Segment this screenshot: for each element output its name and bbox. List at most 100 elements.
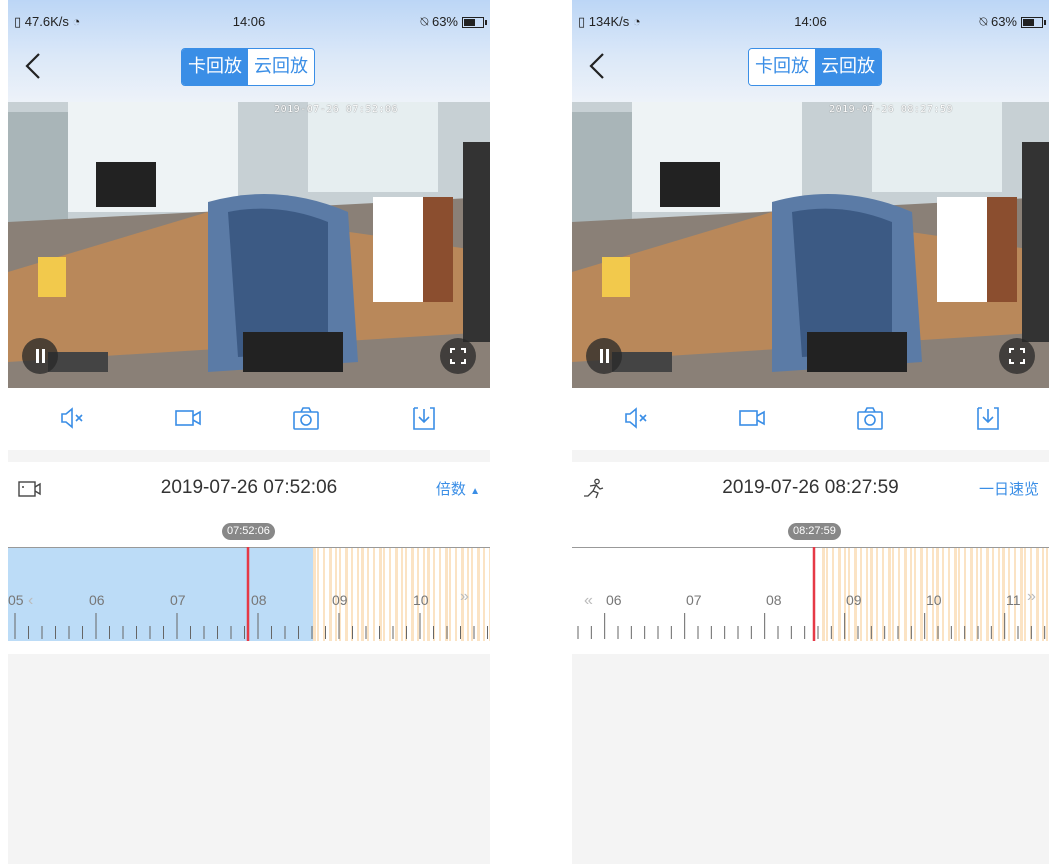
event-stripe xyxy=(383,547,385,641)
event-stripe xyxy=(914,547,916,641)
event-stripe xyxy=(323,547,325,641)
event-stripe xyxy=(970,547,973,641)
event-stripe xyxy=(483,547,485,641)
divider xyxy=(572,450,1049,462)
status-bar: ▯ 47.6K/s ◔ 14:06 ⍉ 63% xyxy=(8,12,490,32)
mute-icon[interactable] xyxy=(58,404,86,432)
event-stripe xyxy=(1036,547,1039,641)
battery-status: ⍉ 63% xyxy=(420,14,487,30)
hour-label: 09 xyxy=(332,592,348,608)
fullscreen-icon[interactable] xyxy=(999,338,1035,374)
event-stripe xyxy=(367,547,369,641)
event-stripe xyxy=(1046,547,1048,641)
hour-label: 10 xyxy=(926,592,942,608)
battery-icon xyxy=(462,17,487,29)
left-screen: ▯ 47.6K/s ◔ 14:06 ⍉ 63% 卡回放 云回放 2019-07-… xyxy=(8,0,490,864)
right-screen: ▯ 134K/s ◔ 14:06 ⍉ 63% 卡回放 云回放 2019-07-2… xyxy=(572,0,1049,864)
video-timestamp: 2019-07-26 08:27:59 xyxy=(829,104,953,115)
alarm-icon: ⍉ xyxy=(420,14,429,29)
event-stripe xyxy=(992,547,994,641)
tab-cloud-playback[interactable]: 云回放 xyxy=(248,49,314,85)
hour-label: 08 xyxy=(251,592,267,608)
hour-label: 07 xyxy=(686,592,702,608)
tab-card-playback[interactable]: 卡回放 xyxy=(749,49,815,85)
video-player[interactable]: 2019-07-26 08:27:59 xyxy=(572,102,1049,388)
timeline-svg[interactable]: 06 07 08 09 10 11 « » xyxy=(572,547,1049,641)
playback-tabs: 卡回放 云回放 xyxy=(748,48,882,86)
hour-label: 05 xyxy=(8,592,24,608)
alarm-icon: ⍉ xyxy=(979,14,988,29)
pause-icon[interactable] xyxy=(586,338,622,374)
mute-icon[interactable] xyxy=(622,404,650,432)
timeline[interactable]: 08:27:59 06 07 08 09 10 11 « » xyxy=(572,518,1049,654)
event-stripe xyxy=(986,547,989,641)
divider xyxy=(8,450,490,462)
back-icon[interactable] xyxy=(24,52,42,80)
record-icon[interactable] xyxy=(174,404,202,432)
event-stripe xyxy=(361,547,364,641)
event-stripe xyxy=(822,547,825,641)
event-stripe xyxy=(357,547,359,641)
tab-card-playback[interactable]: 卡回放 xyxy=(182,49,248,85)
video-timestamp: 2019-07-26 07:52:06 xyxy=(274,104,398,115)
playback-datetime[interactable]: 2019-07-26 07:52:06 xyxy=(8,477,490,499)
timeline[interactable]: 07:52:06 05 06 07 08 09 10 ‹ » xyxy=(8,518,490,654)
toolbar xyxy=(8,388,490,450)
battery-icon xyxy=(1021,17,1046,29)
speed-button[interactable]: 倍数 ▲ xyxy=(436,478,480,499)
event-stripe xyxy=(439,547,441,641)
recorded-segment xyxy=(8,547,313,641)
top-bar: ▯ 134K/s ◔ 14:06 ⍉ 63% 卡回放 云回放 xyxy=(572,0,1049,102)
info-bar: 2019-07-26 07:52:06 倍数 ▲ xyxy=(8,462,490,518)
download-icon[interactable] xyxy=(974,404,1002,432)
back-icon[interactable] xyxy=(588,52,606,80)
event-stripe xyxy=(389,547,391,641)
hour-label: 07 xyxy=(170,592,186,608)
download-icon[interactable] xyxy=(410,404,438,432)
event-stripe xyxy=(948,547,950,641)
day-overview-button[interactable]: 一日速览 xyxy=(979,478,1039,499)
event-stripe xyxy=(455,547,457,641)
cursor-time-label: 08:27:59 xyxy=(788,523,841,540)
timeline-track[interactable]: 06 07 08 09 10 11 « » xyxy=(572,547,1049,641)
video-player[interactable]: 2019-07-26 07:52:06 xyxy=(8,102,490,388)
top-bar: ▯ 47.6K/s ◔ 14:06 ⍉ 63% 卡回放 云回放 xyxy=(8,0,490,102)
event-stripe xyxy=(958,547,960,641)
event-stripe xyxy=(866,547,868,641)
hour-label: 08 xyxy=(766,592,782,608)
chevron-right-double-icon: » xyxy=(460,588,469,605)
timeline-svg[interactable]: 05 06 07 08 09 10 ‹ » xyxy=(8,547,490,641)
camera-icon[interactable] xyxy=(292,404,320,432)
timeline-track[interactable]: 05 06 07 08 09 10 ‹ » xyxy=(8,547,490,641)
info-bar: 2019-07-26 08:27:59 一日速览 xyxy=(572,462,1049,518)
event-stripe xyxy=(882,547,884,641)
clock: 14:06 xyxy=(232,14,266,29)
event-stripe xyxy=(838,547,841,641)
hour-label: 06 xyxy=(606,592,622,608)
event-stripe xyxy=(876,547,878,641)
event-stripe xyxy=(471,547,473,641)
event-stripe xyxy=(954,547,957,641)
event-stripe xyxy=(980,547,982,641)
pause-icon[interactable] xyxy=(22,338,58,374)
tab-cloud-playback[interactable]: 云回放 xyxy=(815,49,881,85)
event-stripe xyxy=(449,547,451,641)
event-stripe xyxy=(1042,547,1044,641)
event-stripe xyxy=(317,547,319,641)
video-frame xyxy=(8,102,490,388)
hour-label: 11 xyxy=(1006,592,1021,608)
fullscreen-icon[interactable] xyxy=(440,338,476,374)
playback-datetime[interactable]: 2019-07-26 08:27:59 xyxy=(572,477,1049,499)
event-stripe xyxy=(920,547,923,641)
chevron-left-double-icon: ‹ xyxy=(28,592,33,609)
event-stripe xyxy=(1024,547,1026,641)
event-stripe xyxy=(826,547,828,641)
record-icon[interactable] xyxy=(738,404,766,432)
event-stripe xyxy=(395,547,398,641)
empty-area xyxy=(572,654,1049,864)
camera-icon[interactable] xyxy=(856,404,884,432)
event-stripe xyxy=(942,547,944,641)
event-stripe xyxy=(489,547,490,641)
chevron-right-double-icon: » xyxy=(1027,588,1036,605)
event-stripe xyxy=(313,547,316,641)
